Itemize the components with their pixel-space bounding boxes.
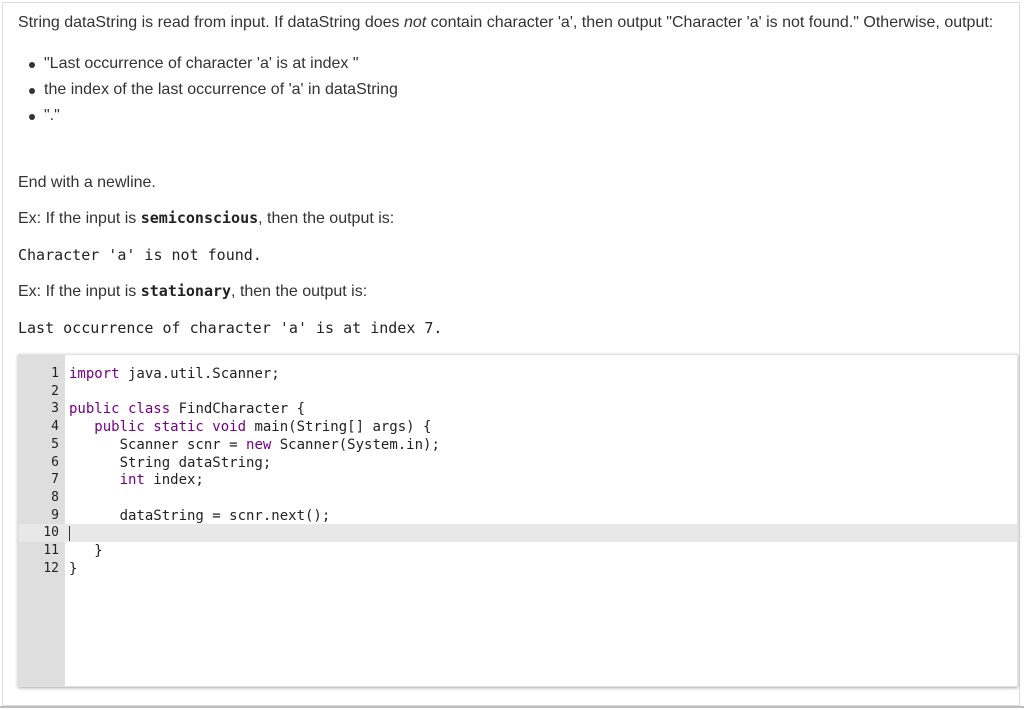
code-line[interactable]: 3 public class FindCharacter { (51, 400, 1017, 418)
code-text: Scanner scnr = new Scanner(System.in); (69, 436, 440, 453)
code-editor[interactable]: 1 import java.util.Scanner; 2 3 public class… (18, 354, 1018, 687)
problem-intro: String dataString is read from input. If… (18, 10, 1018, 35)
code-keyword: int (69, 472, 145, 489)
code-text: public static void main(String[] args) { (69, 419, 432, 436)
line-number: 11 (43, 543, 59, 558)
example-2-output: Last occurrence of character 'a' is at i… (18, 319, 443, 337)
line-number: 7 (51, 472, 59, 488)
line-number: 3 (51, 401, 59, 417)
code-text: int index; (69, 472, 204, 489)
code-line[interactable]: 1 import java.util.Scanner; (51, 365, 1017, 383)
end-note: End with a newline. (18, 174, 156, 191)
code-keyword: new (246, 436, 272, 453)
code-line[interactable]: 9 dataString = scnr.next(); (51, 507, 1017, 525)
example-1-output: Character 'a' is not found. (18, 246, 262, 264)
list-item: the index of the last occurrence of 'a' … (29, 77, 1018, 103)
example-1-suffix: , then the output is: (258, 210, 395, 227)
example-1-description: Ex: If the input is semiconscious, then … (18, 206, 394, 231)
example-2-suffix: , then the output is: (231, 283, 368, 300)
code-text: String dataString; (69, 454, 272, 471)
line-number: 6 (51, 454, 59, 470)
code-area[interactable]: 1 import java.util.Scanner; 2 3 public class… (19, 355, 1017, 686)
code-text: public class FindCharacter { (69, 401, 306, 418)
code-text: dataString = scnr.next(); (69, 507, 331, 524)
list-item: "Last occurrence of character 'a' is at … (29, 51, 1018, 77)
code-line[interactable]: 6 String dataString; (51, 454, 1017, 472)
line-number: 2 (51, 383, 59, 399)
line-number: 5 (51, 436, 59, 452)
intro-text: String dataString is read from input. If… (18, 14, 404, 31)
code-line[interactable]: 10 (19, 524, 1017, 543)
bottom-divider (0, 706, 1024, 708)
list-item: "." (29, 103, 1018, 129)
code-line[interactable]: 2 (51, 383, 1017, 401)
text-cursor (69, 526, 70, 542)
code-line[interactable]: 5 Scanner scnr = new Scanner(System.in); (51, 436, 1017, 454)
line-number: 8 (51, 489, 59, 505)
example-1-input: semiconscious (140, 209, 259, 227)
code-text: import java.util.Scanner; (69, 366, 280, 382)
example-2-input: stationary (140, 282, 232, 300)
line-number: 12 (43, 560, 59, 576)
intro-emphasis: not (403, 14, 427, 31)
code-text: } (69, 560, 78, 577)
problem-statement: String dataString is read from input. If… (18, 10, 1018, 337)
code-line[interactable]: 12} (43, 560, 1017, 578)
active-line-highlight (19, 524, 1017, 543)
example-1-prefix: Ex: If the input is (18, 210, 141, 227)
line-number: 9 (51, 507, 59, 523)
line-number: 4 (51, 419, 59, 435)
code-keyword: public class (69, 401, 171, 418)
code-line[interactable]: 11 } (43, 542, 1017, 560)
line-number: 10 (43, 525, 59, 541)
line-number: 1 (51, 366, 59, 381)
code-line[interactable]: 4 public static void main(String[] args)… (51, 418, 1017, 436)
code-line[interactable]: 7 int index; (51, 471, 1017, 489)
output-spec-list: "Last occurrence of character 'a' is at … (18, 51, 1018, 129)
code-keyword: public static void (69, 419, 247, 436)
example-2-description: Ex: If the input is stationary, then the… (18, 279, 367, 304)
code-keyword: import (69, 366, 120, 382)
code-text: } (69, 543, 103, 559)
example-2-prefix: Ex: If the input is (18, 283, 141, 300)
intro-text-end: contain character 'a', then output "Char… (426, 14, 994, 31)
code-line[interactable]: 8 (51, 489, 1017, 507)
